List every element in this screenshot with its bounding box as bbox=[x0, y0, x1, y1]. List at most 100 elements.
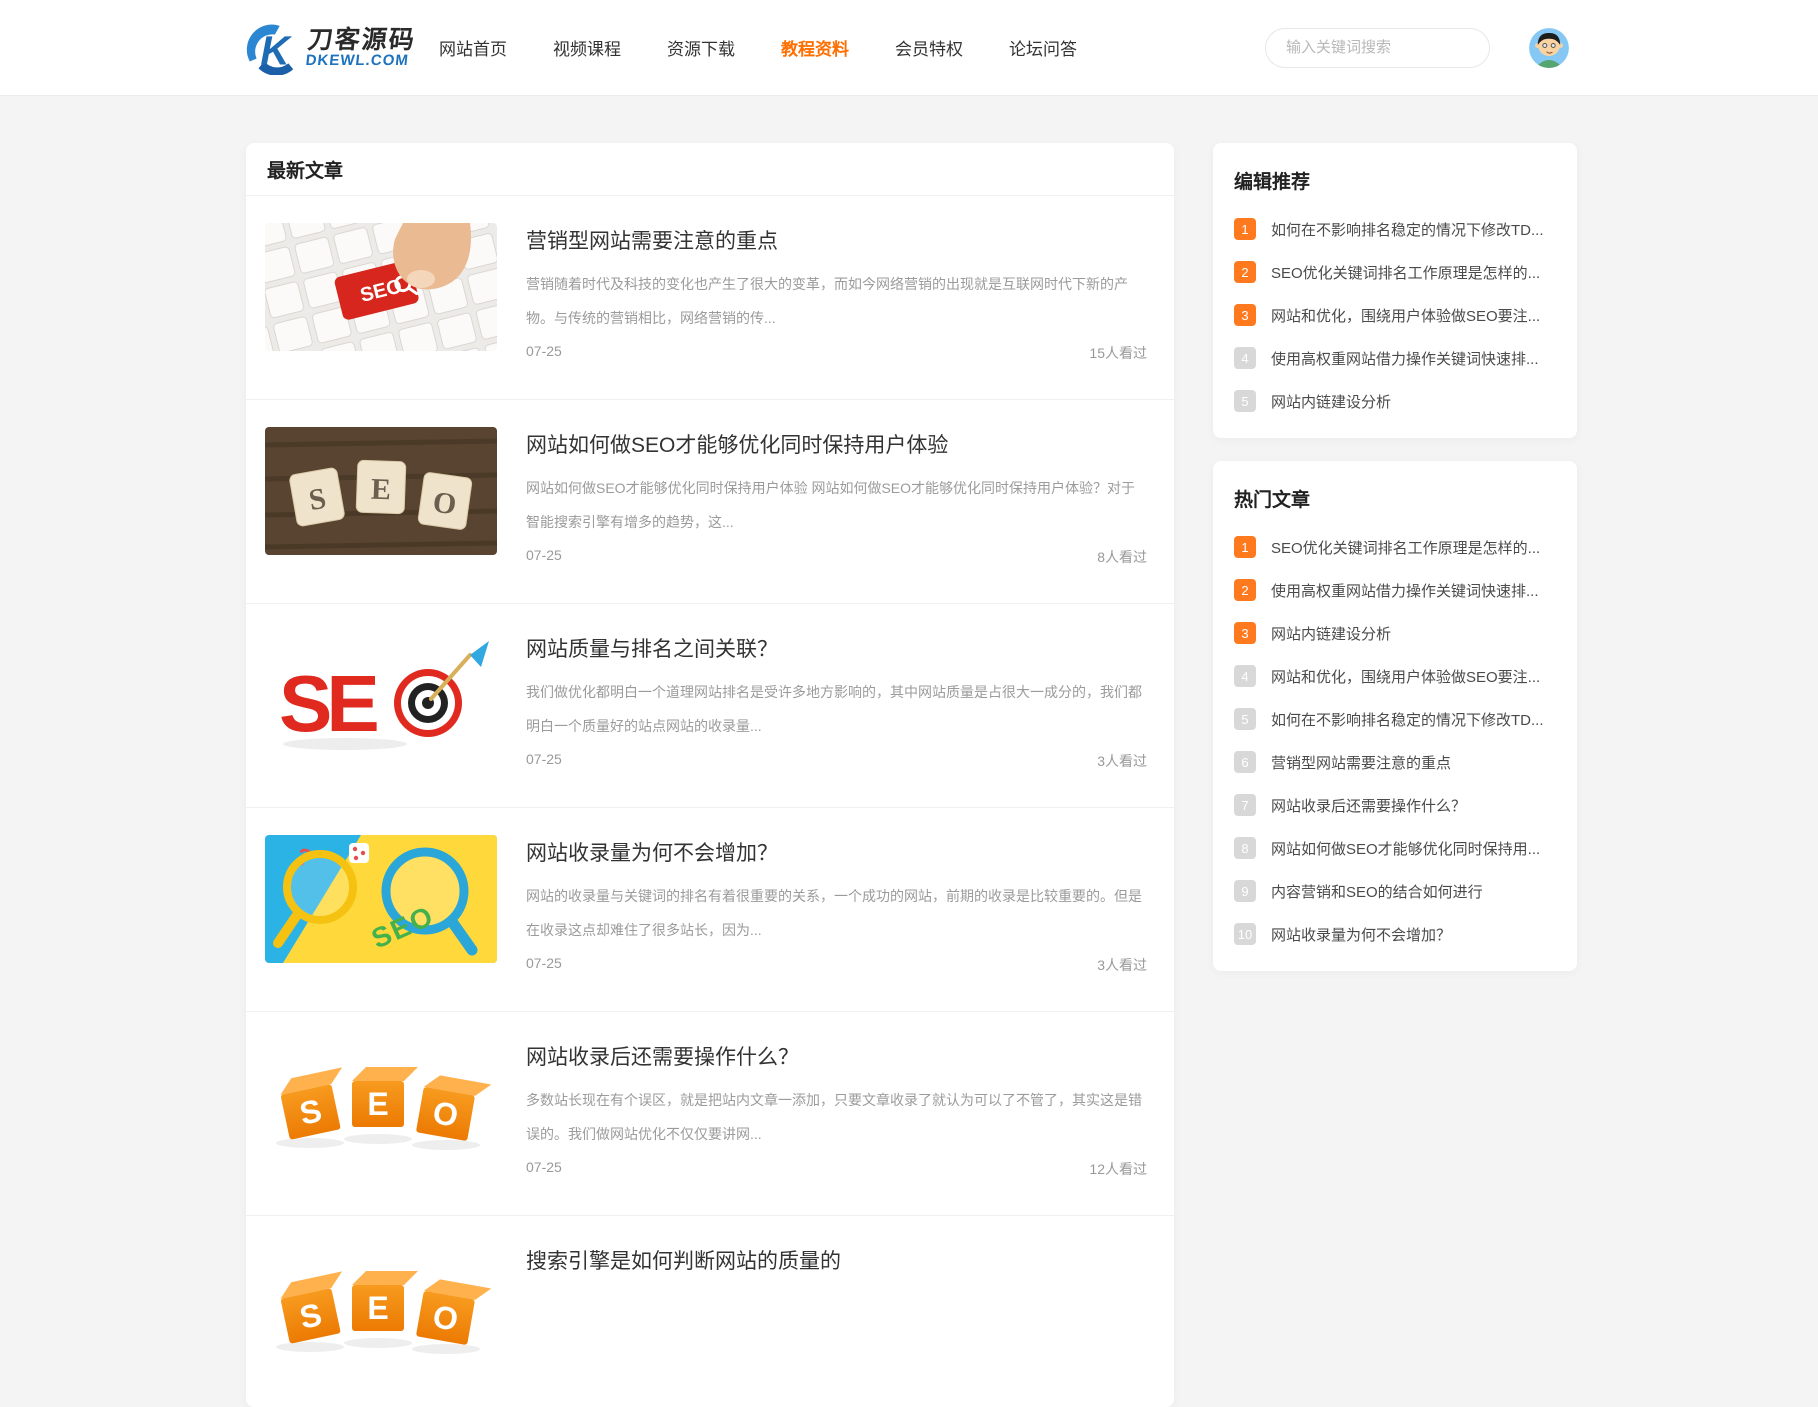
sidebar-article-item[interactable]: 3 网站内链建设分析 bbox=[1234, 622, 1557, 644]
rank-badge: 7 bbox=[1234, 794, 1256, 816]
nav-item-1[interactable]: 网站首页 bbox=[439, 35, 507, 60]
article-view-count: 15人看过 bbox=[1089, 343, 1147, 363]
article-view-count: 3人看过 bbox=[1097, 955, 1147, 975]
article-row[interactable]: 营销型网站需要注意的重点 营销随着时代及科技的变化也产生了很大的变革，而如今网络… bbox=[246, 196, 1174, 399]
sidebar-article-label: SEO优化关键词排名工作原理是怎样的... bbox=[1271, 537, 1540, 558]
sidebar: 编辑推荐 1 如何在不影响排名稳定的情况下修改TD... 2 SEO优化关键词排… bbox=[1213, 143, 1577, 971]
user-avatar[interactable] bbox=[1529, 28, 1569, 68]
article-title[interactable]: 网站收录量为何不会增加？ bbox=[526, 837, 1147, 867]
rank-badge: 4 bbox=[1234, 347, 1256, 369]
article-meta bbox=[526, 1363, 1147, 1371]
boy-avatar-icon bbox=[1529, 28, 1569, 68]
rank-badge: 5 bbox=[1234, 708, 1256, 730]
article-body: 网站如何做SEO才能够优化同时保持用户体验 网站如何做SEO才能够优化同时保持用… bbox=[526, 427, 1147, 567]
article-list: 营销型网站需要注意的重点 营销随着时代及科技的变化也产生了很大的变革，而如今网络… bbox=[246, 196, 1174, 1407]
article-thumbnail[interactable] bbox=[265, 835, 497, 963]
article-title[interactable]: 搜索引擎是如何判断网站的质量的 bbox=[526, 1245, 1147, 1275]
sidebar-article-label: 网站如何做SEO才能够优化同时保持用... bbox=[1271, 838, 1540, 859]
article-body: 网站收录后还需要操作什么？ 多数站长现在有个误区，就是把站内文章一添加，只要文章… bbox=[526, 1039, 1147, 1179]
sidebar-article-item[interactable]: 4 网站和优化，围绕用户体验做SEO要注... bbox=[1234, 665, 1557, 687]
sidebar-article-item[interactable]: 7 网站收录后还需要操作什么？ bbox=[1234, 794, 1557, 816]
sidebar-article-item[interactable]: 6 营销型网站需要注意的重点 bbox=[1234, 751, 1557, 773]
sidebar-article-item[interactable]: 1 如何在不影响排名稳定的情况下修改TD... bbox=[1234, 218, 1557, 240]
nav-item-3[interactable]: 资源下载 bbox=[667, 35, 735, 60]
sidebar-article-item[interactable]: 3 网站和优化，围绕用户体验做SEO要注... bbox=[1234, 304, 1557, 326]
sidebar-article-item[interactable]: 1 SEO优化关键词排名工作原理是怎样的... bbox=[1234, 536, 1557, 558]
rank-badge: 5 bbox=[1234, 390, 1256, 412]
article-title[interactable]: 网站质量与排名之间关联？ bbox=[526, 633, 1147, 663]
site-header: K 刀客源码 DKEWL.COM 网站首页 视频课程 资源下载 教程资料 会员特权 论坛问… bbox=[0, 0, 1818, 96]
article-title[interactable]: 营销型网站需要注意的重点 bbox=[526, 225, 1147, 255]
article-thumbnail[interactable] bbox=[265, 1039, 497, 1167]
article-title[interactable]: 网站收录后还需要操作什么？ bbox=[526, 1041, 1147, 1071]
site-logo[interactable]: K 刀客源码 DKEWL.COM bbox=[245, 21, 415, 75]
logo-title: 刀客源码 bbox=[306, 27, 417, 53]
hot-articles-title: 热门文章 bbox=[1234, 485, 1557, 512]
article-excerpt: 网站的收录量与关键词的排名有着很重要的关系，一个成功的网站，前期的收录是比较重要… bbox=[526, 879, 1147, 947]
sidebar-article-label: 营销型网站需要注意的重点 bbox=[1271, 752, 1451, 773]
sidebar-article-label: 网站内链建设分析 bbox=[1271, 623, 1391, 644]
article-thumbnail[interactable] bbox=[265, 631, 497, 759]
sidebar-article-item[interactable]: 5 如何在不影响排名稳定的情况下修改TD... bbox=[1234, 708, 1557, 730]
article-body: 营销型网站需要注意的重点 营销随着时代及科技的变化也产生了很大的变革，而如今网络… bbox=[526, 223, 1147, 363]
article-excerpt: 多数站长现在有个误区，就是把站内文章一添加，只要文章收录了就认为可以了不管了，其… bbox=[526, 1083, 1147, 1151]
latest-articles-header: 最新文章 bbox=[246, 143, 1174, 196]
nav-item-5[interactable]: 会员特权 bbox=[895, 35, 963, 60]
article-body: 网站收录量为何不会增加？ 网站的收录量与关键词的排名有着很重要的关系，一个成功的… bbox=[526, 835, 1147, 975]
article-excerpt: 网站如何做SEO才能够优化同时保持用户体验 网站如何做SEO才能够优化同时保持用… bbox=[526, 471, 1147, 539]
sidebar-article-label: 网站内链建设分析 bbox=[1271, 391, 1391, 412]
article-thumbnail[interactable] bbox=[265, 427, 497, 555]
rank-badge: 10 bbox=[1234, 923, 1256, 945]
rank-badge: 3 bbox=[1234, 622, 1256, 644]
article-meta: 07-25 15人看过 bbox=[526, 335, 1147, 363]
sidebar-article-item[interactable]: 2 SEO优化关键词排名工作原理是怎样的... bbox=[1234, 261, 1557, 283]
sidebar-article-item[interactable]: 5 网站内链建设分析 bbox=[1234, 390, 1557, 412]
rank-badge: 2 bbox=[1234, 261, 1256, 283]
sidebar-article-item[interactable]: 10 网站收录量为何不会增加？ bbox=[1234, 923, 1557, 945]
sidebar-article-label: 网站收录量为何不会增加？ bbox=[1271, 924, 1451, 945]
article-row[interactable]: 网站如何做SEO才能够优化同时保持用户体验 网站如何做SEO才能够优化同时保持用… bbox=[246, 399, 1174, 603]
article-thumbnail[interactable] bbox=[265, 1243, 497, 1371]
search-input[interactable] bbox=[1265, 28, 1490, 68]
hot-articles-card: 热门文章 1 SEO优化关键词排名工作原理是怎样的... 2 使用高权重网站借力… bbox=[1213, 461, 1577, 971]
article-date: 07-25 bbox=[526, 955, 562, 975]
sidebar-article-item[interactable]: 4 使用高权重网站借力操作关键词快速排... bbox=[1234, 347, 1557, 369]
recommended-list: 1 如何在不影响排名稳定的情况下修改TD... 2 SEO优化关键词排名工作原理… bbox=[1234, 218, 1557, 412]
article-row[interactable]: 搜索引擎是如何判断网站的质量的 bbox=[246, 1215, 1174, 1407]
article-view-count: 3人看过 bbox=[1097, 751, 1147, 771]
sidebar-article-label: 如何在不影响排名稳定的情况下修改TD... bbox=[1271, 219, 1544, 240]
article-meta: 07-25 8人看过 bbox=[526, 539, 1147, 567]
article-thumbnail-image bbox=[265, 427, 497, 555]
article-body: 网站质量与排名之间关联？ 我们做优化都明白一个道理网站排名是受许多地方影响的，其… bbox=[526, 631, 1147, 771]
rank-badge: 1 bbox=[1234, 536, 1256, 558]
sidebar-article-item[interactable]: 9 内容营销和SEO的结合如何进行 bbox=[1234, 880, 1557, 902]
article-row[interactable]: 网站收录量为何不会增加？ 网站的收录量与关键词的排名有着很重要的关系，一个成功的… bbox=[246, 807, 1174, 1011]
article-thumbnail-image bbox=[265, 1243, 497, 1371]
nav-item-6[interactable]: 论坛问答 bbox=[1009, 35, 1077, 60]
article-meta: 07-25 12人看过 bbox=[526, 1151, 1147, 1179]
rank-badge: 2 bbox=[1234, 579, 1256, 601]
sidebar-article-label: 网站和优化，围绕用户体验做SEO要注... bbox=[1271, 305, 1540, 326]
nav-item-2[interactable]: 视频课程 bbox=[553, 35, 621, 60]
article-row[interactable]: 网站收录后还需要操作什么？ 多数站长现在有个误区，就是把站内文章一添加，只要文章… bbox=[246, 1011, 1174, 1215]
section-title: 最新文章 bbox=[267, 156, 343, 183]
rank-badge: 9 bbox=[1234, 880, 1256, 902]
sidebar-article-item[interactable]: 2 使用高权重网站借力操作关键词快速排... bbox=[1234, 579, 1557, 601]
article-title[interactable]: 网站如何做SEO才能够优化同时保持用户体验 bbox=[526, 429, 1147, 459]
sidebar-article-item[interactable]: 8 网站如何做SEO才能够优化同时保持用... bbox=[1234, 837, 1557, 859]
logo-domain: DKEWL.COM bbox=[305, 53, 415, 69]
recommended-card: 编辑推荐 1 如何在不影响排名稳定的情况下修改TD... 2 SEO优化关键词排… bbox=[1213, 143, 1577, 438]
page-content: 最新文章 营销型网站需要注意的重点 营销随着时代及科技的变化也产生了很大的变革，… bbox=[246, 143, 1577, 1407]
svg-text:K: K bbox=[260, 27, 292, 73]
article-date: 07-25 bbox=[526, 547, 562, 567]
article-row[interactable]: 网站质量与排名之间关联？ 我们做优化都明白一个道理网站排名是受许多地方影响的，其… bbox=[246, 603, 1174, 807]
article-date: 07-25 bbox=[526, 343, 562, 363]
rank-badge: 6 bbox=[1234, 751, 1256, 773]
latest-articles-card: 最新文章 营销型网站需要注意的重点 营销随着时代及科技的变化也产生了很大的变革，… bbox=[246, 143, 1174, 1407]
logo-text: 刀客源码 DKEWL.COM bbox=[305, 27, 417, 69]
article-thumbnail[interactable] bbox=[265, 223, 497, 351]
sidebar-article-label: 使用高权重网站借力操作关键词快速排... bbox=[1271, 580, 1539, 601]
rank-badge: 4 bbox=[1234, 665, 1256, 687]
sidebar-article-label: 使用高权重网站借力操作关键词快速排... bbox=[1271, 348, 1539, 369]
nav-item-4[interactable]: 教程资料 bbox=[781, 35, 849, 60]
